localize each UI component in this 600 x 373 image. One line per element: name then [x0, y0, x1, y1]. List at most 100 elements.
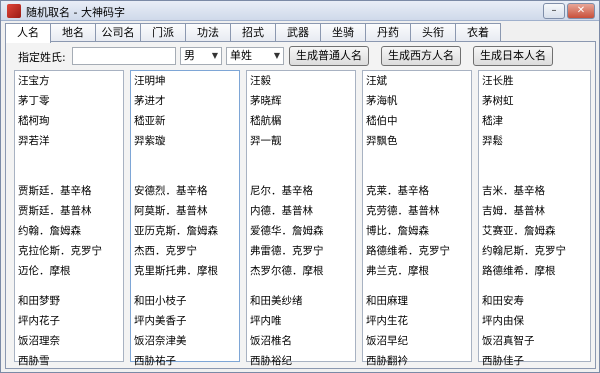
- tab-7[interactable]: 坐骑: [320, 23, 366, 42]
- list-item[interactable]: 约翰．詹姆森: [18, 223, 81, 240]
- tab-8[interactable]: 丹药: [365, 23, 411, 42]
- list-item[interactable]: 汪宝方: [18, 73, 50, 90]
- list-item[interactable]: 嵇航榍: [250, 113, 282, 130]
- list-item[interactable]: 贾斯廷．基辛格: [18, 183, 92, 200]
- list-item[interactable]: 克拉伦斯．克罗宁: [18, 243, 102, 260]
- list-item[interactable]: 饭沼早纪: [366, 333, 408, 350]
- tab-bar: 人名 地名 公司名 门派 功法 招式 武器 坐骑 丹药 头衔 衣着: [5, 23, 501, 43]
- name-list-2[interactable]: 汪毅茅晓辉嵇航榍羿一靓尼尔．基辛格 内德．基普林 爱德华．詹姆森 弗雷德．克罗宁 杰罗尔…: [246, 70, 356, 367]
- window-title: 随机取名 - 大神码字: [26, 6, 125, 19]
- generate-western-button[interactable]: 生成西方人名: [381, 46, 461, 66]
- list-item[interactable]: 约翰尼斯．克罗宁: [482, 243, 566, 260]
- list-item[interactable]: 克劳德．基普林: [366, 203, 440, 220]
- list-item[interactable]: 安德烈．基辛格: [134, 183, 208, 200]
- list-item[interactable]: 亚历克斯．詹姆森: [134, 223, 218, 240]
- list-item[interactable]: 和田美纱绪: [250, 293, 303, 310]
- surname-input[interactable]: [72, 47, 176, 65]
- name-list-3[interactable]: 汪斌茅海帆嵇伯中羿飘色克莱．基辛格 克劳德．基普林 博比．詹姆森路德维希．克罗宁 弗兰…: [362, 70, 472, 367]
- list-item[interactable]: 和田小枝子: [134, 293, 187, 310]
- chevron-down-icon: ▼: [211, 51, 218, 60]
- gender-value: 男: [184, 49, 195, 62]
- tab-4[interactable]: 功法: [185, 23, 231, 42]
- list-item[interactable]: 汪斌: [366, 73, 387, 90]
- list-item[interactable]: 羿若洋: [18, 133, 50, 150]
- list-item[interactable]: 嵇亚新: [134, 113, 166, 130]
- main-panel: 指定姓氏: 男 ▼ 单姓 ▼ 生成普通人名 生成西方人名 生成日本人名 汪宝方茅…: [5, 41, 596, 369]
- list-item[interactable]: 和田梦野: [18, 293, 60, 310]
- list-item[interactable]: 和田麻理: [366, 293, 408, 310]
- app-window: 随机取名 - 大神码字 – ✕ 人名 地名 公司名 门派 功法 招式 武器 坐骑 丹药 头衔 衣着 …: [0, 0, 600, 373]
- list-item[interactable]: 羿一靓: [250, 133, 282, 150]
- list-item[interactable]: 路德维希．摩根: [482, 263, 556, 280]
- list-item[interactable]: 饭沼奈津美: [134, 333, 187, 350]
- name-list-1[interactable]: 汪明坤茅进才嵇亚新羿紫璇安德烈．基辛格 阿莫斯．基普林 亚历克斯．詹姆森 杰西．克罗宁…: [130, 70, 240, 367]
- list-item[interactable]: 路德维希．克罗宁: [366, 243, 450, 260]
- list-item[interactable]: 克莱．基辛格: [366, 183, 429, 200]
- list-item[interactable]: 爱德华．詹姆森: [250, 223, 324, 240]
- list-item[interactable]: 饭沼真智子: [482, 333, 535, 350]
- tab-2[interactable]: 公司名: [95, 23, 141, 42]
- tab-10[interactable]: 衣着: [455, 23, 501, 42]
- generate-normal-button[interactable]: 生成普通人名: [289, 46, 369, 66]
- list-item[interactable]: 西胁裕纪: [250, 353, 292, 370]
- list-item[interactable]: 茅进才: [134, 93, 166, 110]
- list-item[interactable]: 弗雷德．克罗宁: [250, 243, 324, 260]
- gender-select[interactable]: 男 ▼: [180, 47, 222, 65]
- list-item[interactable]: 汪毅: [250, 73, 271, 90]
- list-item[interactable]: 坪内唯: [250, 313, 282, 330]
- list-item[interactable]: 汪明坤: [134, 73, 166, 90]
- title-bar[interactable]: 随机取名 - 大神码字 – ✕: [1, 1, 599, 21]
- list-item[interactable]: 杰罗尔德．摩根: [250, 263, 324, 280]
- list-item[interactable]: 坪内生花: [366, 313, 408, 330]
- list-item[interactable]: 克里斯托弗．摩根: [134, 263, 218, 280]
- list-item[interactable]: 饭沼椎名: [250, 333, 292, 350]
- list-item[interactable]: 茅树虹: [482, 93, 514, 110]
- list-item[interactable]: 汪长胜: [482, 73, 514, 90]
- list-item[interactable]: 艾赛亚．詹姆森: [482, 223, 556, 240]
- list-item[interactable]: 西胁祐子: [134, 353, 176, 370]
- list-item[interactable]: 羿飘色: [366, 133, 398, 150]
- list-item[interactable]: 博比．詹姆森: [366, 223, 429, 240]
- tab-1[interactable]: 地名: [50, 23, 96, 42]
- list-item[interactable]: 吉姆．基普林: [482, 203, 545, 220]
- list-item[interactable]: 坪内花子: [18, 313, 60, 330]
- list-item[interactable]: 嵇柯珣: [18, 113, 50, 130]
- list-item[interactable]: 阿莫斯．基普林: [134, 203, 208, 220]
- surname-label: 指定姓氏:: [18, 51, 66, 64]
- list-item[interactable]: 西胁雪: [18, 353, 50, 370]
- list-item[interactable]: 茅海帆: [366, 93, 398, 110]
- list-item[interactable]: 坪内由保: [482, 313, 524, 330]
- list-item[interactable]: 西胁佳子: [482, 353, 524, 370]
- tab-6[interactable]: 武器: [275, 23, 321, 42]
- list-item[interactable]: 迈伦．摩根: [18, 263, 71, 280]
- generate-japanese-button[interactable]: 生成日本人名: [473, 46, 553, 66]
- surname-type-select[interactable]: 单姓 ▼: [226, 47, 284, 65]
- list-item[interactable]: 杰西．克罗宁: [134, 243, 197, 260]
- list-item[interactable]: 西胁翻衿: [366, 353, 408, 370]
- tab-0[interactable]: 人名: [5, 23, 51, 43]
- close-button[interactable]: ✕: [567, 3, 595, 19]
- surname-type-value: 单姓: [230, 49, 252, 62]
- list-item[interactable]: 坪内美香子: [134, 313, 187, 330]
- list-item[interactable]: 饭沼理奈: [18, 333, 60, 350]
- tab-9[interactable]: 头衔: [410, 23, 456, 42]
- list-item[interactable]: 嵇伯中: [366, 113, 398, 130]
- list-item[interactable]: 茅丁零: [18, 93, 50, 110]
- list-item[interactable]: 吉米．基辛格: [482, 183, 545, 200]
- list-item[interactable]: 和田安寿: [482, 293, 524, 310]
- tab-5[interactable]: 招式: [230, 23, 276, 42]
- app-icon: [7, 4, 21, 18]
- list-item[interactable]: 贾斯廷．基普林: [18, 203, 92, 220]
- list-item[interactable]: 羿鬆: [482, 133, 503, 150]
- name-list-4[interactable]: 汪长胜茅树虹嵇津羿鬆吉米．基辛格 吉姆．基普林 艾赛亚．詹姆森 约翰尼斯．克罗宁 路德维…: [478, 70, 591, 367]
- chevron-down-icon: ▼: [273, 51, 280, 60]
- list-item[interactable]: 嵇津: [482, 113, 503, 130]
- minimize-button[interactable]: –: [543, 3, 565, 19]
- tab-3[interactable]: 门派: [140, 23, 186, 42]
- list-item[interactable]: 茅晓辉: [250, 93, 282, 110]
- list-item[interactable]: 尼尔．基辛格: [250, 183, 313, 200]
- name-list-0[interactable]: 汪宝方茅丁零嵇柯珣羿若洋贾斯廷．基辛格 贾斯廷．基普林 约翰．詹姆森克拉伦斯．克罗宁…: [14, 70, 124, 367]
- list-item[interactable]: 羿紫璇: [134, 133, 166, 150]
- list-item[interactable]: 弗兰克．摩根: [366, 263, 429, 280]
- list-item[interactable]: 内德．基普林: [250, 203, 313, 220]
